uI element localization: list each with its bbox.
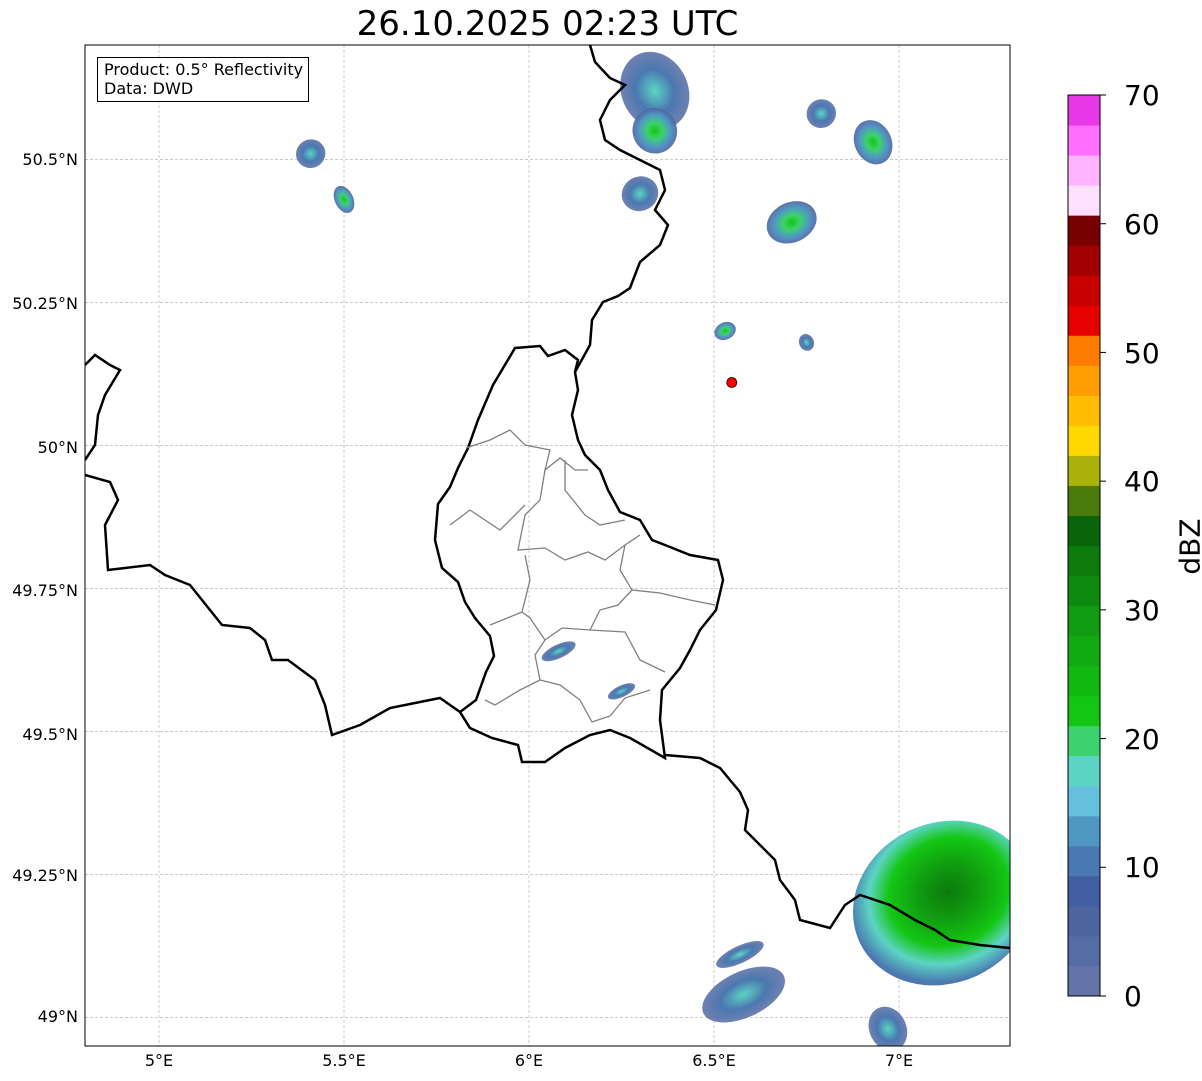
x-tick-label: 7°E bbox=[884, 1051, 914, 1070]
x-tick-label: 5.5°E bbox=[322, 1051, 366, 1070]
colorbar-segment bbox=[1068, 245, 1100, 276]
colorbar-segment bbox=[1068, 905, 1100, 937]
colorbar-segment bbox=[1068, 95, 1100, 126]
colorbar-segment bbox=[1068, 155, 1100, 186]
colorbar-segment bbox=[1068, 185, 1100, 216]
colorbar-segment bbox=[1068, 965, 1100, 997]
colorbar-tick-label: 50 bbox=[1124, 337, 1160, 370]
colorbar-segment bbox=[1068, 815, 1100, 847]
x-tick-label: 6°E bbox=[514, 1051, 544, 1070]
colorbar-tick-label: 20 bbox=[1124, 723, 1160, 756]
info-source: Data: DWD bbox=[104, 79, 194, 98]
colorbar-segment bbox=[1068, 875, 1100, 907]
y-tick-label: 50.25°N bbox=[12, 294, 78, 313]
y-tick-label: 49°N bbox=[37, 1007, 78, 1026]
colorbar-segment bbox=[1068, 935, 1100, 967]
colorbar-segment bbox=[1068, 755, 1100, 787]
colorbar-segment bbox=[1068, 215, 1100, 246]
colorbar-segment bbox=[1068, 455, 1100, 486]
colorbar-tick-label: 10 bbox=[1124, 851, 1160, 884]
radar-map bbox=[84, 44, 1106, 1047]
colorbar-segment bbox=[1068, 395, 1100, 426]
colorbar-segment bbox=[1068, 635, 1100, 667]
colorbar-segment bbox=[1068, 305, 1100, 336]
colorbar-label: dBZ bbox=[1173, 518, 1202, 575]
y-tick-label: 49.25°N bbox=[12, 866, 78, 885]
y-tick-label: 49.5°N bbox=[22, 725, 78, 744]
colorbar-segment bbox=[1068, 125, 1100, 156]
colorbar-segment bbox=[1068, 605, 1100, 637]
colorbar-segment bbox=[1068, 485, 1100, 516]
radar-site-marker bbox=[726, 377, 738, 388]
colorbar-segment bbox=[1068, 665, 1100, 697]
colorbar-segment bbox=[1068, 845, 1100, 877]
colorbar-tick-label: 70 bbox=[1124, 79, 1160, 112]
colorbar-tick-label: 0 bbox=[1124, 980, 1142, 1013]
info-box: Product: 0.5° Reflectivity Data: DWD bbox=[97, 57, 310, 102]
colorbar-segment bbox=[1068, 275, 1100, 306]
colorbar-segment bbox=[1068, 425, 1100, 456]
colorbar-segment bbox=[1068, 335, 1100, 366]
y-tick-label: 50°N bbox=[37, 438, 78, 457]
colorbar-tick-label: 30 bbox=[1124, 594, 1160, 627]
colorbar-tick-label: 40 bbox=[1124, 465, 1160, 498]
colorbar bbox=[1067, 94, 1106, 997]
y-tick-label: 50.5°N bbox=[22, 150, 78, 169]
colorbar-segment bbox=[1068, 695, 1100, 727]
x-tick-label: 6.5°E bbox=[692, 1051, 736, 1070]
colorbar-tick-label: 60 bbox=[1124, 208, 1160, 241]
info-product: Product: 0.5° Reflectivity bbox=[104, 60, 304, 79]
colorbar-segment bbox=[1068, 515, 1100, 546]
colorbar-segment bbox=[1068, 725, 1100, 757]
colorbar-segment bbox=[1068, 365, 1100, 396]
colorbar-segment bbox=[1068, 545, 1100, 577]
y-tick-label: 49.75°N bbox=[12, 581, 78, 600]
x-tick-label: 5°E bbox=[144, 1051, 174, 1070]
colorbar-segment bbox=[1068, 785, 1100, 817]
colorbar-segment bbox=[1068, 575, 1100, 607]
